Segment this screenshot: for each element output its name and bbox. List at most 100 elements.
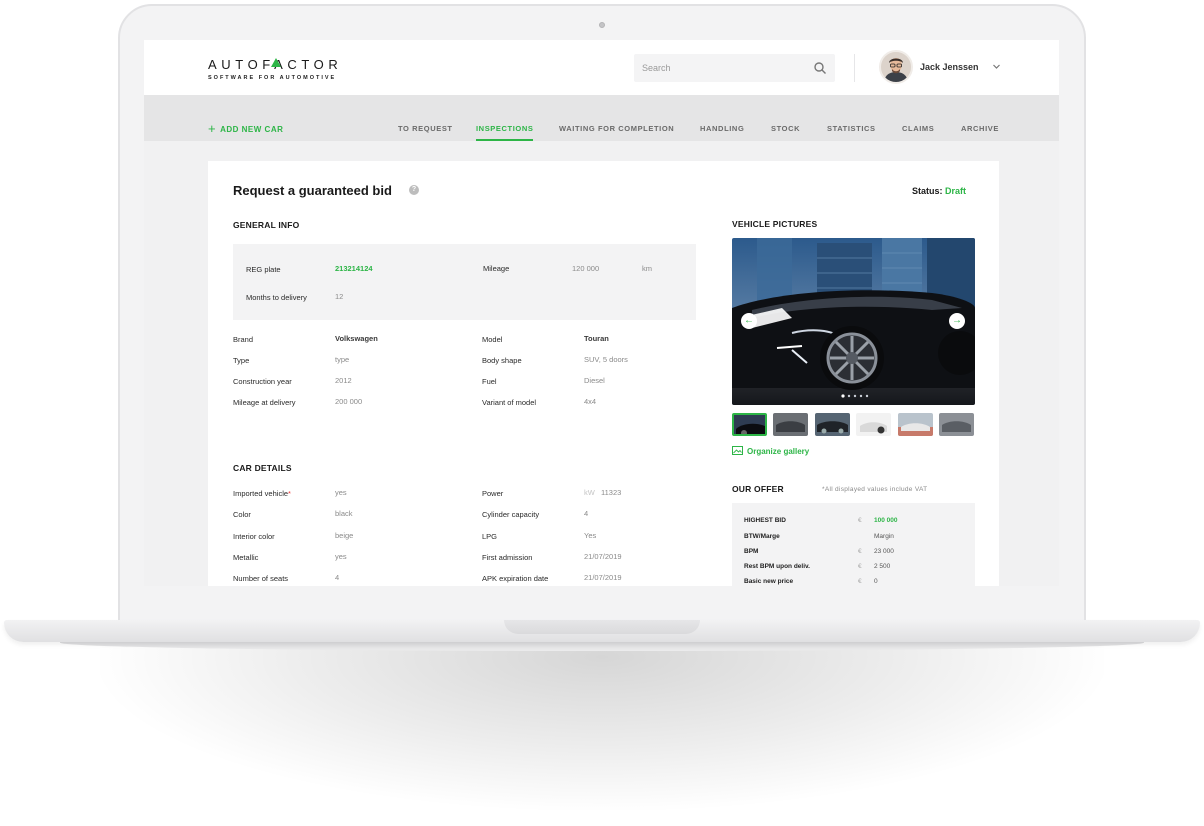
basic-new-price-value: 0 <box>874 578 878 585</box>
mileage-label: Mileage <box>483 264 510 273</box>
header-divider <box>854 54 855 82</box>
model-label: Model <box>482 335 503 344</box>
gallery-thumbnail-2[interactable] <box>773 413 808 436</box>
status-label: Status: <box>912 186 943 196</box>
avatar-portrait-icon <box>881 52 911 82</box>
highest-bid-value: 100 000 <box>874 517 898 524</box>
fuel-value: Diesel <box>584 376 605 385</box>
rest-bpm-label: Rest BPM upon deliv. <box>744 563 810 570</box>
gallery-prev-button[interactable]: ← <box>741 313 757 329</box>
bpm-label: BPM <box>744 548 759 555</box>
cylinder-capacity-value: 4 <box>584 509 589 518</box>
tab-statistics[interactable]: STATISTICS <box>827 124 876 133</box>
gallery-thumbnail-6[interactable] <box>939 413 974 436</box>
gallery-dots-indicator[interactable] <box>840 394 870 398</box>
mileage-value[interactable]: 120 000 <box>572 264 599 273</box>
imported-vehicle-value: yes <box>335 488 347 497</box>
main-nav: + ADD NEW CAR TO REQUEST INSPECTIONS WAIT… <box>144 95 1059 141</box>
image-gallery-icon <box>732 446 743 455</box>
search-input[interactable] <box>642 61 802 75</box>
thumbnail-car-icon <box>898 413 933 436</box>
color-label: Color <box>233 510 251 519</box>
months-to-delivery-value[interactable]: 12 <box>335 292 343 301</box>
construction-year-label: Construction year <box>233 377 292 386</box>
laptop-camera <box>599 22 605 28</box>
thumbnail-car-icon <box>856 413 891 436</box>
variant-of-model-label: Variant of model <box>482 398 537 407</box>
power-label: Power <box>482 489 504 498</box>
required-marker: * <box>288 489 291 498</box>
user-name[interactable]: Jack Jenssen <box>920 62 979 72</box>
vat-note: *All displayed values include VAT <box>822 486 928 493</box>
rest-bpm-value: 2 500 <box>874 563 891 570</box>
gallery-thumbnail-1[interactable] <box>732 413 767 436</box>
reg-plate-value[interactable]: 213214124 <box>335 264 373 273</box>
add-new-car-button[interactable]: + ADD NEW CAR <box>208 121 283 136</box>
tab-claims[interactable]: CLAIMS <box>902 124 934 133</box>
number-of-seats-label: Number of seats <box>233 574 289 583</box>
interior-color-label: Interior color <box>233 532 275 541</box>
construction-year-value: 2012 <box>335 376 352 385</box>
app-screen: AUTOFACTOR SOFTWARE FOR AUTOMOTIVE Searc… <box>144 40 1059 586</box>
brand-value: Volkswagen <box>335 334 378 343</box>
bpm-currency: € <box>858 548 862 555</box>
variant-of-model-value: 4x4 <box>584 397 597 406</box>
offer-box: HIGHEST BID € 100 000 BTW/Marge Margin B… <box>732 503 975 586</box>
organize-gallery-label: Organize gallery <box>747 447 810 456</box>
mileage-unit: km <box>642 264 652 273</box>
general-info-box: REG plate 213214124 Mileage 120 000 km M… <box>233 244 696 320</box>
cylinder-capacity-label: Cylinder capacity <box>482 510 540 519</box>
bid-request-card: Request a guaranteed bid ? Status: Draft… <box>208 161 999 586</box>
imported-vehicle-label: Imported vehicle* <box>233 489 291 498</box>
laptop-shadow <box>100 640 1104 810</box>
interior-color-value: beige <box>335 531 354 540</box>
first-admission-value: 21/07/2019 <box>584 552 622 561</box>
search-box[interactable] <box>634 54 835 82</box>
search-icon[interactable] <box>813 61 827 75</box>
gallery-thumbnail-3[interactable] <box>815 413 850 436</box>
type-value: type <box>335 355 350 364</box>
fuel-label: Fuel <box>482 377 497 386</box>
btw-marge-label: BTW/Marge <box>744 533 780 540</box>
power-unit: kW <box>584 488 595 497</box>
tab-inspections[interactable]: INSPECTIONS <box>476 124 533 133</box>
lpg-label: LPG <box>482 532 498 541</box>
tab-to-request[interactable]: TO REQUEST <box>398 124 453 133</box>
rest-bpm-currency: € <box>858 563 862 570</box>
status-value: Draft <box>945 186 967 196</box>
vehicle-main-photo[interactable] <box>732 238 975 405</box>
basic-new-price-label: Basic new price <box>744 578 794 585</box>
gallery-thumbnail-5[interactable] <box>898 413 933 436</box>
logo-tagline: SOFTWARE FOR AUTOMOTIVE <box>208 75 337 81</box>
thumbnail-car-icon <box>773 413 808 436</box>
apk-expiration-label: APK expiration date <box>482 574 549 583</box>
status-badge: Status: Draft <box>912 186 966 196</box>
basic-new-price-currency: € <box>858 578 862 585</box>
metallic-value: yes <box>335 552 347 561</box>
chevron-down-icon[interactable] <box>992 62 1001 71</box>
imported-vehicle-text: Imported vehicle <box>233 489 289 498</box>
highest-bid-label: HIGHEST BID <box>744 517 786 524</box>
mileage-at-delivery-label: Mileage at delivery <box>233 398 296 407</box>
active-tab-indicator <box>476 139 533 141</box>
tab-waiting-for-completion[interactable]: WAITING FOR COMPLETION <box>559 124 674 133</box>
tab-handling[interactable]: HANDLING <box>700 124 744 133</box>
top-header: AUTOFACTOR SOFTWARE FOR AUTOMOTIVE Searc… <box>144 40 1059 95</box>
reg-plate-label: REG plate <box>246 265 281 274</box>
mileage-at-delivery-value: 200 000 <box>335 397 363 406</box>
btw-marge-value[interactable]: Margin <box>874 533 894 540</box>
number-of-seats-value: 4 <box>335 573 340 582</box>
first-admission-label: First admission <box>482 553 533 562</box>
gallery-next-button[interactable]: → <box>949 313 965 329</box>
logo-triangle-icon <box>271 58 281 67</box>
gallery-thumbnail-4[interactable] <box>856 413 891 436</box>
laptop-notch <box>504 620 700 634</box>
tab-archive[interactable]: ARCHIVE <box>961 124 999 133</box>
thumbnail-car-icon <box>815 413 850 436</box>
lpg-value: Yes <box>584 531 597 540</box>
user-avatar[interactable] <box>879 50 913 84</box>
help-icon[interactable]: ? <box>409 185 419 195</box>
body-shape-label: Body shape <box>482 356 522 365</box>
organize-gallery-link[interactable]: Organize gallery <box>732 446 809 456</box>
tab-stock[interactable]: STOCK <box>771 124 800 133</box>
